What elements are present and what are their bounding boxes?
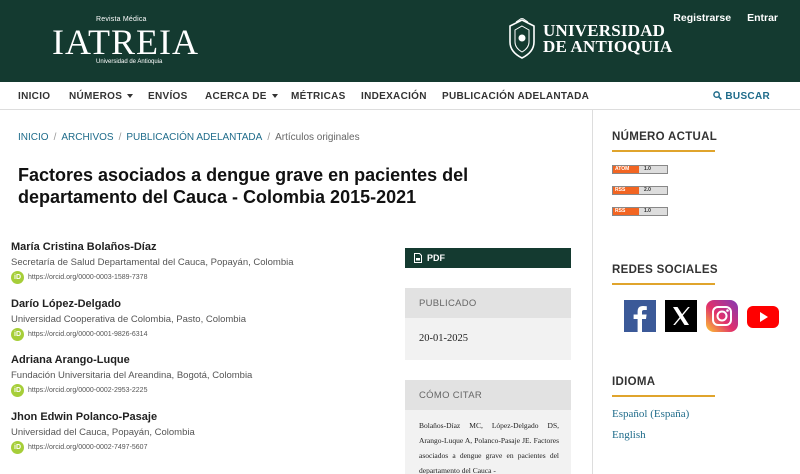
author-affiliation: Universidad Cooperativa de Colombia, Pas… xyxy=(11,313,246,325)
nav-item-envios[interactable]: ENVÍOS xyxy=(148,91,188,102)
breadcrumb-current: Artículos originales xyxy=(275,132,360,143)
logo-publisher: Universidad de Antioquia xyxy=(96,59,163,65)
search-button[interactable]: BUSCAR xyxy=(713,91,770,102)
author-name: Darío López-Delgado xyxy=(11,297,122,310)
pdf-download-button[interactable]: PDF xyxy=(405,248,571,268)
author-affiliation: Universidad del Cauca, Popayán, Colombia xyxy=(11,426,195,438)
nav-item-numeros[interactable]: NÚMEROS xyxy=(69,91,134,102)
breadcrumb: INICIO / ARCHIVOS / PUBLICACIÓN ADELANTADA / A… xyxy=(18,132,360,143)
sidebar: NÚMERO ACTUAL ATOM 1.0 RSS 2.0 RSS 1.0 REDE… xyxy=(594,110,800,474)
breadcrumb-publicacion-adelantada[interactable]: PUBLICACIÓN ADELANTADA xyxy=(126,132,262,143)
university-name: UNIVERSIDAD DE ANTIOQUIA xyxy=(543,21,673,56)
language-option-es[interactable]: Español (España) xyxy=(612,408,689,420)
nav-item-metricas[interactable]: MÉTRICAS xyxy=(291,91,346,102)
atom-feed-link[interactable]: ATOM 1.0 xyxy=(612,165,668,174)
author-affiliation: Fundación Universitaria del Areandina, B… xyxy=(11,370,253,381)
orcid-icon: iD xyxy=(11,384,24,397)
university-seal-icon xyxy=(509,18,535,59)
author-item: Adriana Arango-Luque Fundación Universit… xyxy=(11,354,391,411)
author-list: María Cristina Bolaños-Díaz Secretaría d… xyxy=(11,241,391,467)
social-heading: REDES SOCIALES xyxy=(612,264,718,285)
login-link[interactable]: Entrar xyxy=(747,12,778,24)
site-header: Revista Médica IATREIA Universidad de An… xyxy=(0,0,800,82)
language-option-en[interactable]: English xyxy=(612,429,646,441)
author-name: María Cristina Bolaños-Díaz xyxy=(11,241,157,253)
author-item: Darío López-Delgado Universidad Cooperat… xyxy=(11,298,391,355)
article-main: INICIO / ARCHIVOS / PUBLICACIÓN ADELANTADA / A… xyxy=(0,110,593,474)
orcid-link[interactable]: iD https://orcid.org/0000-0003-1589-7378 xyxy=(11,271,391,284)
chevron-down-icon xyxy=(271,94,278,99)
nav-item-inicio[interactable]: INICIO xyxy=(18,91,50,102)
published-heading: PUBLICADO xyxy=(405,288,571,318)
youtube-icon[interactable] xyxy=(747,300,779,332)
orcid-icon: iD xyxy=(11,271,24,284)
facebook-icon[interactable] xyxy=(624,300,656,332)
x-icon[interactable] xyxy=(665,300,697,332)
search-icon xyxy=(713,91,723,100)
register-link[interactable]: Registrarse xyxy=(673,12,731,24)
breadcrumb-inicio[interactable]: INICIO xyxy=(18,132,49,143)
author-name: Jhon Edwin Polanco-Pasaje xyxy=(11,410,158,423)
university-logo[interactable]: UNIVERSIDAD DE ANTIOQUIA xyxy=(506,18,676,62)
user-links: Registrarse Entrar xyxy=(673,12,778,24)
author-item: María Cristina Bolaños-Díaz Secretaría d… xyxy=(11,241,391,298)
orcid-link[interactable]: iD https://orcid.org/0000-0001-9826-6314 xyxy=(11,327,391,341)
author-affiliation: Secretaría de Salud Departamental del Ca… xyxy=(11,257,294,268)
rss2-feed-link[interactable]: RSS 2.0 xyxy=(612,186,668,195)
file-pdf-icon xyxy=(414,253,422,263)
orcid-icon: iD xyxy=(11,440,24,454)
author-item: Jhon Edwin Polanco-Pasaje Universidad de… xyxy=(11,411,391,468)
article-title: Factores asociados a dengue grave en pac… xyxy=(18,165,469,207)
orcid-link[interactable]: iD https://orcid.org/0000-0002-2953-2225 xyxy=(11,384,391,397)
nav-item-acerca-de[interactable]: ACERCA DE xyxy=(205,91,278,102)
citation-text: Bolaños-Díaz MC, López-Delgado DS, Arang… xyxy=(405,410,571,474)
instagram-icon[interactable] xyxy=(706,300,738,332)
language-heading: IDIOMA xyxy=(612,376,715,397)
main-navigation: INICIO NÚMEROS ENVÍOS ACERCA DE MÉTRICAS… xyxy=(0,82,800,110)
logo-wordmark: IATREIA xyxy=(52,22,199,62)
author-name: Adriana Arango-Luque xyxy=(11,354,130,366)
iatreia-logo[interactable]: Revista Médica IATREIA Universidad de An… xyxy=(52,14,212,68)
chevron-down-icon xyxy=(127,94,134,99)
rss1-feed-link[interactable]: RSS 1.0 xyxy=(612,207,668,216)
nav-item-indexacion[interactable]: INDEXACIÓN xyxy=(361,91,427,102)
nav-item-publicacion-adelantada[interactable]: PUBLICACIÓN ADELANTADA xyxy=(442,91,589,102)
current-issue-heading: NÚMERO ACTUAL xyxy=(612,131,717,152)
published-date: 20-01-2025 xyxy=(405,318,571,360)
orcid-link[interactable]: iD https://orcid.org/0000-0002-7497-5607 xyxy=(11,440,391,454)
breadcrumb-archivos[interactable]: ARCHIVOS xyxy=(61,132,113,143)
orcid-icon: iD xyxy=(11,327,24,341)
cite-heading: CÓMO CITAR xyxy=(405,380,571,410)
